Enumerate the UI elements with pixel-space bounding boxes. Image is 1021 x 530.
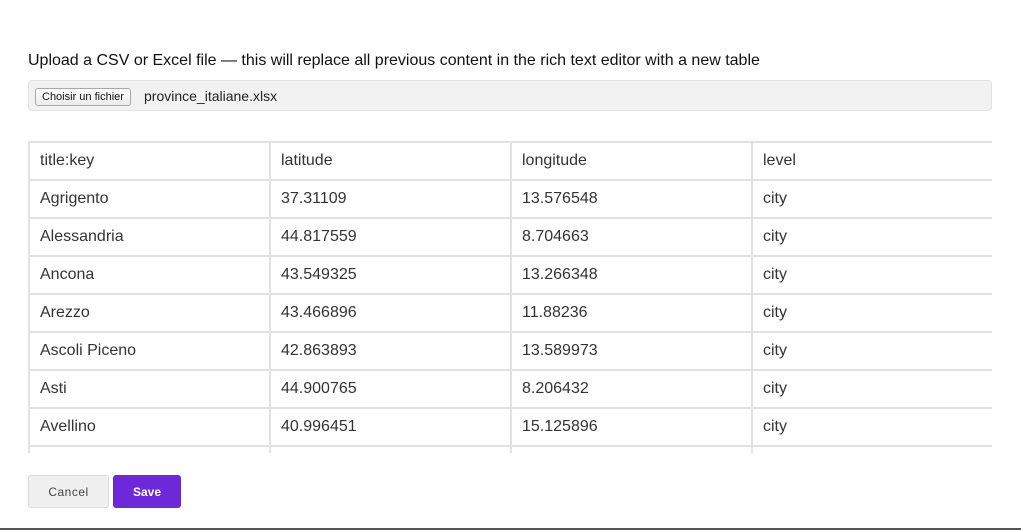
table-cell[interactable]: Agrigento xyxy=(28,179,271,219)
table-cell[interactable] xyxy=(751,445,992,453)
table-cell[interactable] xyxy=(28,445,271,453)
table-cell[interactable]: 13.576548 xyxy=(510,179,753,219)
table-cell[interactable]: Asti xyxy=(28,369,271,409)
table-cell[interactable]: 40.996451 xyxy=(269,407,512,447)
table-cell[interactable]: 43.549325 xyxy=(269,255,512,295)
upload-dialog: Upload a CSV or Excel file — this will r… xyxy=(0,0,1021,530)
table-cell[interactable]: city xyxy=(751,255,992,295)
table-cell[interactable]: 37.31109 xyxy=(269,179,512,219)
table-cell[interactable]: Ancona xyxy=(28,255,271,295)
table-header-row: title:key latitude longitude level xyxy=(28,141,992,181)
table-cell[interactable]: city xyxy=(751,331,992,371)
data-table: title:key latitude longitude level Agrig… xyxy=(28,141,992,453)
table-row: Alessandria 44.817559 8.704663 city xyxy=(28,217,992,257)
table-cell[interactable]: 11.88236 xyxy=(510,293,753,333)
table-cell[interactable]: 42.863893 xyxy=(269,331,512,371)
table-cell[interactable]: city xyxy=(751,293,992,333)
selected-file-name: province_italiane.xlsx xyxy=(144,88,278,104)
table-cell[interactable]: city xyxy=(751,179,992,219)
table-row: Agrigento 37.31109 13.576548 city xyxy=(28,179,992,219)
table-cell[interactable]: level xyxy=(751,141,992,181)
cancel-button[interactable]: Cancel xyxy=(28,475,109,508)
table-cell[interactable]: city xyxy=(751,369,992,409)
table-cell[interactable]: 8.206432 xyxy=(510,369,753,409)
table-cell[interactable]: 44.900765 xyxy=(269,369,512,409)
file-input[interactable]: Choisir un fichier province_italiane.xls… xyxy=(28,80,992,111)
table-cell[interactable]: 15.125896 xyxy=(510,407,753,447)
table-row: Ascoli Piceno 42.863893 13.589973 city xyxy=(28,331,992,371)
table-editor[interactable]: title:key latitude longitude level Agrig… xyxy=(28,141,992,453)
table-cell[interactable]: 44.817559 xyxy=(269,217,512,257)
table-cell[interactable]: Avellino xyxy=(28,407,271,447)
table-row-partial xyxy=(28,445,992,453)
table-cell[interactable]: 13.589973 xyxy=(510,331,753,371)
table-cell[interactable]: Ascoli Piceno xyxy=(28,331,271,371)
upload-instruction: Upload a CSV or Excel file — this will r… xyxy=(28,52,760,69)
table-cell[interactable]: 13.266348 xyxy=(510,255,753,295)
table-cell[interactable]: 8.704663 xyxy=(510,217,753,257)
table-cell[interactable]: city xyxy=(751,217,992,257)
table-row: Arezzo 43.466896 11.88236 city xyxy=(28,293,992,333)
table-row: Asti 44.900765 8.206432 city xyxy=(28,369,992,409)
table-cell[interactable]: city xyxy=(751,407,992,447)
table-cell[interactable]: latitude xyxy=(269,141,512,181)
table-cell[interactable] xyxy=(269,445,512,453)
table-cell[interactable]: Alessandria xyxy=(28,217,271,257)
table-row: Ancona 43.549325 13.266348 city xyxy=(28,255,992,295)
table-row: Avellino 40.996451 15.125896 city xyxy=(28,407,992,447)
save-button[interactable]: Save xyxy=(113,475,181,508)
table-cell[interactable]: title:key xyxy=(28,141,271,181)
table-cell[interactable] xyxy=(510,445,753,453)
choose-file-button[interactable]: Choisir un fichier xyxy=(35,88,131,106)
table-cell[interactable]: longitude xyxy=(510,141,753,181)
table-cell[interactable]: 43.466896 xyxy=(269,293,512,333)
table-cell[interactable]: Arezzo xyxy=(28,293,271,333)
